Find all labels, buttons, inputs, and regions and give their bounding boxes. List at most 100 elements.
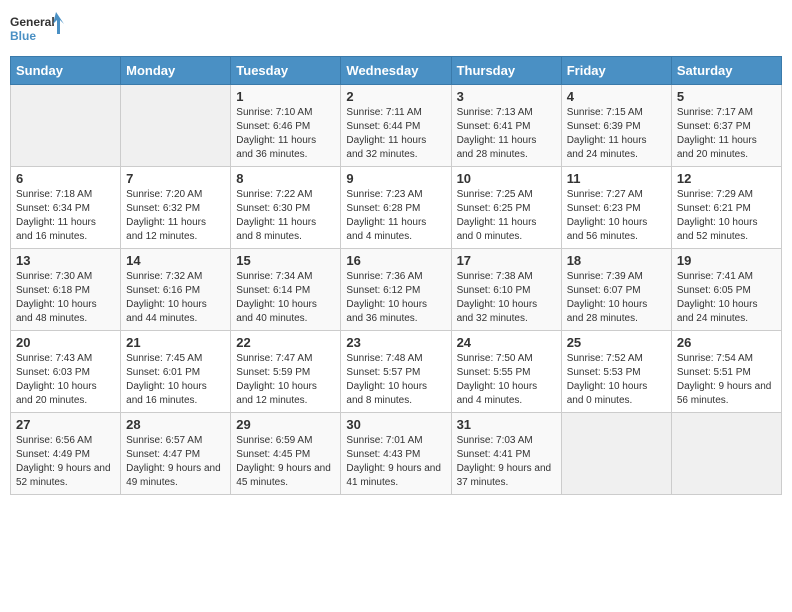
calendar-cell: 9 Sunrise: 7:23 AMSunset: 6:28 PMDaylight… bbox=[341, 167, 451, 249]
calendar-cell: 12 Sunrise: 7:29 AMSunset: 6:21 PMDayligh… bbox=[671, 167, 781, 249]
calendar-cell: 7 Sunrise: 7:20 AMSunset: 6:32 PMDaylight… bbox=[121, 167, 231, 249]
day-number: 4 bbox=[567, 89, 666, 104]
day-number: 21 bbox=[126, 335, 225, 350]
cell-detail: Sunrise: 7:39 AMSunset: 6:07 PMDaylight:… bbox=[567, 270, 666, 326]
calendar-cell: 22Sunrise: 7:47 AMSunset: 5:59 PMDayligh… bbox=[231, 331, 341, 413]
calendar-cell: 16 Sunrise: 7:36 AMSunset: 6:12 PMDayligh… bbox=[341, 249, 451, 331]
day-number: 1 bbox=[236, 89, 335, 104]
day-number: 11 bbox=[567, 171, 666, 186]
day-number: 10 bbox=[457, 171, 556, 186]
calendar-cell: 15Sunrise: 7:34 AMSunset: 6:14 PMDayligh… bbox=[231, 249, 341, 331]
page-header: General Blue bbox=[10, 10, 782, 48]
cell-detail: Sunrise: 7:03 AMSunset: 4:41 PMDaylight:… bbox=[457, 434, 556, 490]
cell-detail: Sunrise: 7:32 AMSunset: 6:16 PMDaylight:… bbox=[126, 270, 225, 326]
svg-text:General: General bbox=[10, 15, 55, 29]
calendar-cell: 30Sunrise: 7:01 AMSunset: 4:43 PMDayligh… bbox=[341, 413, 451, 495]
cell-detail: Sunrise: 6:59 AMSunset: 4:45 PMDaylight:… bbox=[236, 434, 335, 490]
cell-detail: Sunrise: 7:38 AMSunset: 6:10 PMDaylight:… bbox=[457, 270, 556, 326]
calendar-header: SundayMondayTuesdayWednesdayThursdayFrid… bbox=[11, 57, 782, 85]
day-number: 30 bbox=[346, 417, 445, 432]
cell-detail: Sunrise: 7:27 AMSunset: 6:23 PMDaylight:… bbox=[567, 188, 666, 244]
header-day-monday: Monday bbox=[121, 57, 231, 85]
cell-detail: Sunrise: 7:17 AMSunset: 6:37 PMDaylight:… bbox=[677, 106, 776, 162]
calendar-cell: 28 Sunrise: 6:57 AMSunset: 4:47 PMDayligh… bbox=[121, 413, 231, 495]
day-number: 6 bbox=[16, 171, 115, 186]
cell-detail: Sunrise: 7:13 AMSunset: 6:41 PMDaylight:… bbox=[457, 106, 556, 162]
week-row-2: 6Sunrise: 7:18 AMSunset: 6:34 PMDaylight… bbox=[11, 167, 782, 249]
day-number: 9 bbox=[346, 171, 445, 186]
calendar-cell: 31 Sunrise: 7:03 AMSunset: 4:41 PMDayligh… bbox=[451, 413, 561, 495]
header-day-friday: Friday bbox=[561, 57, 671, 85]
calendar-cell: 13Sunrise: 7:30 AMSunset: 6:18 PMDayligh… bbox=[11, 249, 121, 331]
day-number: 28 bbox=[126, 417, 225, 432]
calendar-cell: 23 Sunrise: 7:48 AMSunset: 5:57 PMDayligh… bbox=[341, 331, 451, 413]
cell-detail: Sunrise: 7:41 AMSunset: 6:05 PMDaylight:… bbox=[677, 270, 776, 326]
calendar-cell: 2 Sunrise: 7:11 AMSunset: 6:44 PMDaylight… bbox=[341, 85, 451, 167]
calendar-cell bbox=[671, 413, 781, 495]
cell-detail: Sunrise: 7:10 AMSunset: 6:46 PMDaylight:… bbox=[236, 106, 335, 162]
week-row-1: 1 Sunrise: 7:10 AMSunset: 6:46 PMDaylight… bbox=[11, 85, 782, 167]
cell-detail: Sunrise: 7:43 AMSunset: 6:03 PMDaylight:… bbox=[16, 352, 115, 408]
logo-svg: General Blue bbox=[10, 10, 65, 48]
calendar-cell: 29 Sunrise: 6:59 AMSunset: 4:45 PMDayligh… bbox=[231, 413, 341, 495]
logo: General Blue bbox=[10, 10, 65, 48]
calendar-table: SundayMondayTuesdayWednesdayThursdayFrid… bbox=[10, 56, 782, 495]
day-number: 26 bbox=[677, 335, 776, 350]
cell-detail: Sunrise: 7:22 AMSunset: 6:30 PMDaylight:… bbox=[236, 188, 335, 244]
cell-detail: Sunrise: 6:57 AMSunset: 4:47 PMDaylight:… bbox=[126, 434, 225, 490]
day-number: 17 bbox=[457, 253, 556, 268]
header-day-tuesday: Tuesday bbox=[231, 57, 341, 85]
day-number: 3 bbox=[457, 89, 556, 104]
header-row: SundayMondayTuesdayWednesdayThursdayFrid… bbox=[11, 57, 782, 85]
calendar-cell: 26 Sunrise: 7:54 AMSunset: 5:51 PMDayligh… bbox=[671, 331, 781, 413]
day-number: 14 bbox=[126, 253, 225, 268]
calendar-cell: 6Sunrise: 7:18 AMSunset: 6:34 PMDaylight… bbox=[11, 167, 121, 249]
calendar-cell bbox=[561, 413, 671, 495]
calendar-cell bbox=[121, 85, 231, 167]
day-number: 19 bbox=[677, 253, 776, 268]
header-day-wednesday: Wednesday bbox=[341, 57, 451, 85]
cell-detail: Sunrise: 6:56 AMSunset: 4:49 PMDaylight:… bbox=[16, 434, 115, 490]
calendar-cell: 5Sunrise: 7:17 AMSunset: 6:37 PMDaylight… bbox=[671, 85, 781, 167]
day-number: 20 bbox=[16, 335, 115, 350]
week-row-4: 20 Sunrise: 7:43 AMSunset: 6:03 PMDayligh… bbox=[11, 331, 782, 413]
cell-detail: Sunrise: 7:20 AMSunset: 6:32 PMDaylight:… bbox=[126, 188, 225, 244]
header-day-sunday: Sunday bbox=[11, 57, 121, 85]
cell-detail: Sunrise: 7:36 AMSunset: 6:12 PMDaylight:… bbox=[346, 270, 445, 326]
day-number: 25 bbox=[567, 335, 666, 350]
day-number: 23 bbox=[346, 335, 445, 350]
day-number: 31 bbox=[457, 417, 556, 432]
day-number: 2 bbox=[346, 89, 445, 104]
cell-detail: Sunrise: 7:47 AMSunset: 5:59 PMDaylight:… bbox=[236, 352, 335, 408]
cell-detail: Sunrise: 7:34 AMSunset: 6:14 PMDaylight:… bbox=[236, 270, 335, 326]
cell-detail: Sunrise: 7:54 AMSunset: 5:51 PMDaylight:… bbox=[677, 352, 776, 408]
cell-detail: Sunrise: 7:25 AMSunset: 6:25 PMDaylight:… bbox=[457, 188, 556, 244]
day-number: 16 bbox=[346, 253, 445, 268]
calendar-cell: 1 Sunrise: 7:10 AMSunset: 6:46 PMDaylight… bbox=[231, 85, 341, 167]
day-number: 12 bbox=[677, 171, 776, 186]
cell-detail: Sunrise: 7:30 AMSunset: 6:18 PMDaylight:… bbox=[16, 270, 115, 326]
calendar-body: 1 Sunrise: 7:10 AMSunset: 6:46 PMDaylight… bbox=[11, 85, 782, 495]
calendar-cell: 14 Sunrise: 7:32 AMSunset: 6:16 PMDayligh… bbox=[121, 249, 231, 331]
day-number: 24 bbox=[457, 335, 556, 350]
calendar-cell: 4Sunrise: 7:15 AMSunset: 6:39 PMDaylight… bbox=[561, 85, 671, 167]
calendar-cell: 24Sunrise: 7:50 AMSunset: 5:55 PMDayligh… bbox=[451, 331, 561, 413]
week-row-5: 27Sunrise: 6:56 AMSunset: 4:49 PMDayligh… bbox=[11, 413, 782, 495]
calendar-cell bbox=[11, 85, 121, 167]
header-day-thursday: Thursday bbox=[451, 57, 561, 85]
cell-detail: Sunrise: 7:52 AMSunset: 5:53 PMDaylight:… bbox=[567, 352, 666, 408]
day-number: 29 bbox=[236, 417, 335, 432]
cell-detail: Sunrise: 7:11 AMSunset: 6:44 PMDaylight:… bbox=[346, 106, 445, 162]
calendar-cell: 25 Sunrise: 7:52 AMSunset: 5:53 PMDayligh… bbox=[561, 331, 671, 413]
day-number: 8 bbox=[236, 171, 335, 186]
cell-detail: Sunrise: 7:45 AMSunset: 6:01 PMDaylight:… bbox=[126, 352, 225, 408]
cell-detail: Sunrise: 7:29 AMSunset: 6:21 PMDaylight:… bbox=[677, 188, 776, 244]
svg-text:Blue: Blue bbox=[10, 29, 36, 43]
calendar-cell: 27Sunrise: 6:56 AMSunset: 4:49 PMDayligh… bbox=[11, 413, 121, 495]
cell-detail: Sunrise: 7:23 AMSunset: 6:28 PMDaylight:… bbox=[346, 188, 445, 244]
cell-detail: Sunrise: 7:48 AMSunset: 5:57 PMDaylight:… bbox=[346, 352, 445, 408]
day-number: 7 bbox=[126, 171, 225, 186]
calendar-cell: 10 Sunrise: 7:25 AMSunset: 6:25 PMDayligh… bbox=[451, 167, 561, 249]
calendar-cell: 20 Sunrise: 7:43 AMSunset: 6:03 PMDayligh… bbox=[11, 331, 121, 413]
calendar-cell: 19 Sunrise: 7:41 AMSunset: 6:05 PMDayligh… bbox=[671, 249, 781, 331]
